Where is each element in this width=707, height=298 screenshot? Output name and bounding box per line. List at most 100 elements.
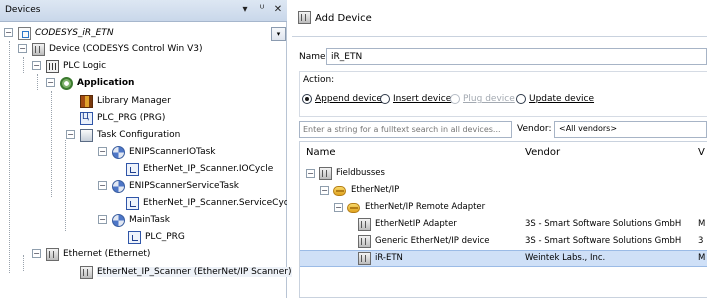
device-row-ethernet-ip[interactable]: − EtherNet/IP <box>300 182 707 199</box>
tree-node-plc-prg[interactable]: PLC_PRG (PRG) <box>80 110 165 126</box>
radio-button[interactable] <box>516 94 526 104</box>
add-device-panel: Add Device Name: Action: Append device I… <box>292 0 707 298</box>
tree-node-project[interactable]: − CODESYS_iR_ETN <box>4 25 114 41</box>
collapse-toggle[interactable]: − <box>306 169 315 178</box>
tree-node-ethernet[interactable]: − Ethernet (Ethernet) <box>32 246 150 262</box>
collapse-toggle[interactable]: − <box>98 147 107 156</box>
radio-label: Insert device <box>393 94 452 104</box>
close-icon[interactable]: ✕ <box>272 4 284 16</box>
action-label: Action: <box>303 75 335 85</box>
device-icon <box>358 252 371 265</box>
radio-label: Plug device <box>463 94 515 104</box>
column-header-name[interactable]: Name <box>306 147 336 158</box>
radio-button[interactable] <box>380 94 390 104</box>
device-icon <box>46 247 59 261</box>
tree-node-task-configuration[interactable]: − Task Configuration <box>66 127 180 143</box>
collapse-toggle[interactable]: − <box>46 78 55 87</box>
update-device-radio[interactable]: Update device <box>516 94 594 104</box>
action-group: Action: Append device Insert device Plug… <box>299 71 707 117</box>
device-name: EtherNetIP Adapter <box>375 219 457 229</box>
program-call-icon <box>126 196 139 210</box>
add-device-title: Add Device <box>315 13 372 24</box>
device-row-ethernetip-adapter[interactable]: EtherNetIP Adapter 3S - Smart Software S… <box>300 216 707 233</box>
column-header-version[interactable]: V <box>698 147 705 158</box>
fieldbus-icon <box>319 167 332 180</box>
tree-node-application[interactable]: − Application <box>46 75 134 91</box>
add-device-header: Add Device <box>292 0 707 37</box>
tree-node-label: ENIPScannerIOTask <box>129 147 216 157</box>
add-device-icon <box>298 11 311 24</box>
device-version: M <box>698 219 706 229</box>
device-version: M <box>698 253 706 263</box>
insert-device-radio[interactable]: Insert device <box>380 94 451 104</box>
tree-line <box>9 41 10 273</box>
radio-button[interactable] <box>302 94 312 104</box>
device-name: iR-ETN <box>375 253 403 263</box>
device-list: Name Vendor V − Fieldbusses − EtherNet/I… <box>299 141 707 298</box>
collapse-toggle[interactable]: − <box>32 249 41 258</box>
devices-panel: Devices ▾ ᵁ ✕ ▾ − CODESYS_iR_ETN − Devic… <box>0 0 292 298</box>
devices-title: Devices <box>5 5 41 15</box>
tree-line <box>23 255 24 271</box>
collapse-toggle[interactable]: − <box>4 28 13 37</box>
collapse-toggle[interactable]: − <box>66 130 75 139</box>
device-name: EtherNet/IP <box>351 185 400 195</box>
program-call-icon <box>126 162 139 176</box>
tree-node-label: EtherNet_IP_Scanner (EtherNet/IP Scanner… <box>97 267 292 277</box>
append-device-radio[interactable]: Append device <box>302 94 382 104</box>
collapse-toggle[interactable]: − <box>334 203 343 212</box>
tree-node-plc-prg-call[interactable]: PLC_PRG <box>128 229 185 245</box>
plc-logic-icon <box>46 59 59 73</box>
tree-line <box>23 57 24 73</box>
device-version: 3 <box>698 236 704 246</box>
vendor-select[interactable]: <All vendors> <box>554 121 707 138</box>
project-icon <box>18 26 31 40</box>
tree-node-io-cycle[interactable]: EtherNet_IP_Scanner.IOCycle <box>126 161 273 177</box>
radio-label: Append device <box>315 94 382 104</box>
tree-node-service-cycle[interactable]: EtherNet_IP_Scanner.ServiceCyc <box>126 195 287 211</box>
tree-node-library-manager[interactable]: Library Manager <box>80 93 171 109</box>
device-row-ir-etn[interactable]: iR-ETN Weintek Labs., Inc. M <box>300 250 707 267</box>
tree-node-device[interactable]: − Device (CODESYS Control Win V3) <box>18 41 202 57</box>
tree-node-enip-io-task[interactable]: − ENIPScannerIOTask <box>98 144 215 160</box>
tree-node-label: CODESYS_iR_ETN <box>35 28 114 38</box>
fulltext-search-input[interactable] <box>299 121 512 138</box>
device-icon <box>358 218 371 231</box>
tree-node-main-task[interactable]: − MainTask <box>98 212 170 228</box>
folder-icon <box>347 203 360 213</box>
tree-line <box>65 140 66 231</box>
device-name: Fieldbusses <box>336 168 385 178</box>
collapse-toggle[interactable]: − <box>18 44 27 53</box>
collapse-toggle[interactable]: − <box>320 186 329 195</box>
collapse-toggle[interactable]: − <box>32 61 41 70</box>
name-input[interactable] <box>326 48 707 65</box>
tree-node-enip-service-task[interactable]: − ENIPScannerServiceTask <box>98 178 239 194</box>
program-call-icon <box>128 230 141 244</box>
device-vendor: 3S - Smart Software Solutions GmbH <box>525 236 682 246</box>
folder-icon <box>333 186 346 196</box>
tree-node-label: ENIPScannerServiceTask <box>129 181 240 191</box>
collapse-toggle[interactable]: − <box>98 181 107 190</box>
device-vendor: 3S - Smart Software Solutions GmbH <box>525 219 682 229</box>
device-row-remote-adapter[interactable]: − EtherNet/IP Remote Adapter <box>300 199 707 216</box>
panel-menu-icon[interactable]: ▾ <box>239 4 251 16</box>
tree-node-label: Library Manager <box>97 96 171 106</box>
device-row-generic-ethernet-ip[interactable]: Generic EtherNet/IP device 3S - Smart So… <box>300 233 707 250</box>
task-configuration-icon <box>80 128 93 142</box>
library-manager-icon <box>80 94 93 108</box>
tree-root-dropdown[interactable]: ▾ <box>271 27 286 41</box>
tree-node-plc-logic[interactable]: − PLC Logic <box>32 58 106 74</box>
task-icon <box>112 179 125 193</box>
tree-node-label: Ethernet (Ethernet) <box>63 249 151 259</box>
device-row-fieldbusses[interactable]: − Fieldbusses <box>300 165 707 182</box>
device-icon <box>80 265 93 279</box>
column-header-vendor[interactable]: Vendor <box>525 147 560 158</box>
task-icon <box>112 145 125 159</box>
pou-icon <box>80 111 93 125</box>
pin-icon[interactable]: ᵁ <box>256 4 268 16</box>
tree-node-ethernet-ip-scanner[interactable]: EtherNet_IP_Scanner (EtherNet/IP Scanner… <box>80 264 292 280</box>
tree-node-label: Device (CODESYS Control Win V3) <box>49 44 203 54</box>
radio-label: Update device <box>529 94 595 104</box>
tree-node-label: PLC Logic <box>63 61 107 71</box>
collapse-toggle[interactable]: − <box>98 215 107 224</box>
